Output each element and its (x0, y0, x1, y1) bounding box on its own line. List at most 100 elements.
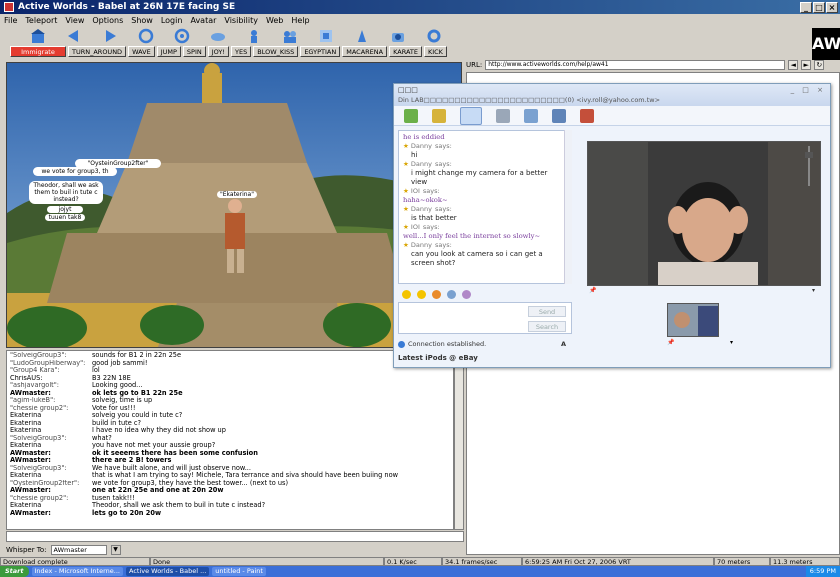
gesture-jump[interactable]: JUMP (156, 46, 181, 57)
binoculars-icon[interactable] (210, 28, 226, 44)
gesture-spin[interactable]: SPIN (182, 46, 206, 57)
settings-icon[interactable] (426, 28, 442, 44)
users-icon[interactable] (282, 28, 298, 44)
camera-icon[interactable] (390, 28, 406, 44)
self-webcam-image (668, 304, 718, 336)
gesture-kick[interactable]: KICK (423, 46, 447, 57)
gesture-yes[interactable]: YES (231, 46, 252, 57)
message-header: ★ Danny says: (403, 205, 565, 214)
status-icon (398, 340, 405, 348)
home-icon[interactable] (30, 28, 46, 44)
voice-icon[interactable] (496, 108, 510, 123)
messenger-window-controls[interactable]: _ □ × (791, 86, 826, 94)
start-button[interactable]: Start (0, 566, 29, 577)
task-paint[interactable]: untitled - Paint (212, 567, 266, 576)
status-distance-1: 70 meters (714, 557, 770, 566)
send-file-icon[interactable] (432, 108, 446, 123)
invite-icon[interactable] (404, 108, 418, 123)
nudge-icon[interactable] (432, 289, 441, 299)
chat-row: "SolveigGroup3": what? (10, 434, 450, 443)
view-icon[interactable] (174, 28, 190, 44)
menu-view[interactable]: View (65, 16, 84, 25)
wink-icon[interactable] (417, 289, 426, 299)
url-bar: URL: http://www.activeworlds.com/help/aw… (466, 59, 840, 71)
minimize-button[interactable]: _ (800, 1, 812, 13)
send-button[interactable]: Send (528, 306, 566, 317)
chat-sender: "ashjavargolt": (10, 382, 59, 389)
help-icon[interactable] (354, 28, 370, 44)
webcam-pin-icon[interactable]: 📌 (589, 287, 596, 297)
gesture-turn-around[interactable]: TURN_AROUND (68, 46, 127, 57)
buddy-star-icon: ★ (403, 187, 411, 195)
chevron-down-icon[interactable]: ▾ (812, 287, 815, 297)
menu-visibility[interactable]: Visibility (224, 16, 258, 25)
chevron-down-icon[interactable]: ▾ (730, 339, 733, 347)
gesture-karate[interactable]: KARATE (389, 46, 422, 57)
gesture-egyptian[interactable]: EGYPTIAN (300, 46, 341, 57)
menu-file[interactable]: File (4, 16, 17, 25)
sender-name: Danny (410, 160, 432, 168)
avatar-name-tag: "Ekaterina" (217, 191, 257, 198)
back-icon[interactable] (66, 28, 82, 44)
menu-web[interactable]: Web (266, 16, 283, 25)
gesture-immigrate[interactable]: Immigrate (10, 46, 66, 57)
voice-clip-icon[interactable] (447, 289, 456, 299)
sender-name: Danny (410, 205, 432, 213)
chat-sender: "OysteinGroup2fter": (10, 479, 80, 487)
games-icon[interactable] (552, 108, 566, 123)
url-input[interactable]: http://www.activeworlds.com/help/aw41 (485, 60, 786, 70)
chat-sender: Ekaterina (10, 502, 42, 509)
close-button[interactable]: × (826, 1, 838, 13)
menu-teleport[interactable]: Teleport (25, 16, 57, 25)
says-label: says: (434, 160, 452, 168)
chat-scrollbar[interactable] (454, 350, 464, 530)
block-icon[interactable] (580, 108, 594, 123)
title-bar: Active Worlds - Babel at 26N 17E facing … (0, 0, 840, 14)
messenger-title: □□□ (398, 86, 418, 94)
font-button[interactable]: A (561, 340, 566, 348)
chat-sender: Ekaterina (10, 419, 42, 427)
search-button[interactable]: Search (528, 321, 566, 332)
maximize-button[interactable]: □ (813, 1, 825, 13)
buddy-star-icon: ★ (403, 223, 411, 231)
chevron-down-icon[interactable]: ▼ (110, 545, 121, 555)
task-ie[interactable]: Index - Microsoft Interne... (31, 567, 123, 576)
avatar-icon[interactable] (246, 28, 262, 44)
background-icon[interactable] (462, 289, 471, 299)
menu-show[interactable]: Show (131, 16, 153, 25)
self-webcam-pin-icon[interactable]: 📌 (667, 339, 674, 347)
sender-name: Danny (410, 241, 432, 249)
activities-icon[interactable] (524, 108, 538, 123)
webcam-icon[interactable] (460, 106, 482, 125)
conversation-scrollbar[interactable] (564, 130, 572, 284)
emoticon-icon[interactable] (402, 289, 411, 299)
forward-icon[interactable]: ► (801, 60, 812, 70)
ad-banner[interactable]: Latest iPods @ eBay (398, 354, 478, 362)
gesture-blow-kiss[interactable]: BLOW_KISS (253, 46, 299, 57)
says-label: says: (434, 205, 452, 213)
whisper-label: Whisper To: (6, 546, 47, 554)
menu-help[interactable]: Help (291, 16, 309, 25)
link-icon[interactable] (318, 28, 334, 44)
forward-icon[interactable] (102, 28, 118, 44)
bubble-line: jojyt (58, 206, 72, 213)
bubble-line: instead? (53, 196, 79, 203)
volume-slider[interactable] (804, 142, 814, 192)
refresh-icon[interactable]: ↻ (814, 60, 825, 70)
chat-message: lets go to 20n 20w (92, 508, 162, 517)
task-active-worlds[interactable]: Active Worlds - Babel ... (125, 567, 210, 576)
back-icon[interactable]: ◄ (788, 60, 799, 70)
message-header: ★ IOI says: (403, 223, 565, 232)
menu-options[interactable]: Options (92, 16, 123, 25)
menu-avatar[interactable]: Avatar (190, 16, 216, 25)
chat-input[interactable] (6, 531, 464, 542)
rotate-icon[interactable] (138, 28, 154, 44)
whisper-select[interactable]: AWmaster (50, 545, 107, 555)
sender-name: IOI (410, 223, 420, 231)
gesture-wave[interactable]: WAVE (128, 46, 155, 57)
menu-login[interactable]: Login (161, 16, 183, 25)
gesture-joy[interactable]: JOY! (207, 46, 230, 57)
chat-sender: AWmaster: (10, 509, 51, 517)
chat-row: "OysteinGroup2fter": we vote for group3, … (10, 479, 450, 488)
gesture-macarena[interactable]: MACARENA (342, 46, 388, 57)
